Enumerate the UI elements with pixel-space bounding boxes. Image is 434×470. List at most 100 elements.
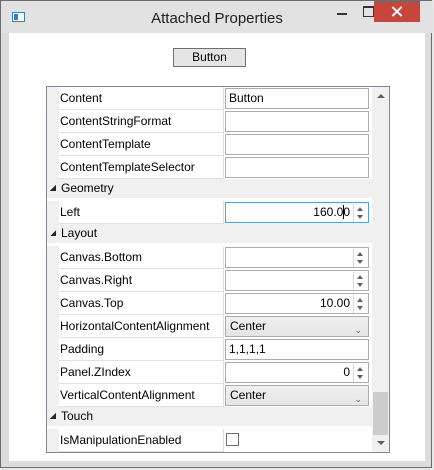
- property-name: VerticalContentAlignment: [59, 384, 224, 407]
- collapse-triangle-icon[interactable]: [50, 230, 56, 236]
- property-name: IsManipulationEnabled: [59, 429, 224, 452]
- category-touch[interactable]: Touch: [47, 407, 372, 426]
- horizontalcontentalignment-combobox[interactable]: Center ⌄: [225, 316, 369, 337]
- property-row-ismanipulationenabled: IsManipulationEnabled: [47, 429, 372, 452]
- numeric-value: 0: [343, 365, 350, 379]
- row-gutter: [47, 384, 59, 407]
- property-row-canvas-right: Canvas.Right: [47, 269, 372, 292]
- scroll-down-arrow-icon[interactable]: [377, 441, 385, 445]
- property-name: Content: [59, 87, 224, 110]
- row-gutter: [47, 246, 59, 269]
- window-content: Button Content Button ContentStringFormat C…: [9, 33, 425, 461]
- property-row-canvas-bottom: Canvas.Bottom: [47, 246, 372, 269]
- row-gutter: [47, 87, 59, 110]
- panel-zindex-numeric-field[interactable]: 0: [225, 362, 369, 383]
- scrollbar-thumb[interactable]: [373, 392, 388, 435]
- property-name: ContentTemplate: [59, 133, 224, 156]
- row-gutter: [47, 133, 59, 156]
- property-row-contentstringformat: ContentStringFormat: [47, 110, 372, 133]
- close-icon[interactable]: [374, 1, 420, 22]
- combo-selected-value: Center: [230, 319, 267, 333]
- spinner-icon[interactable]: [353, 249, 367, 267]
- property-row-verticalcontentalignment: VerticalContentAlignment Center ⌄: [47, 384, 372, 407]
- contenttemplateselector-text-field[interactable]: [225, 157, 369, 178]
- spin-down-arrow-icon[interactable]: [357, 306, 363, 310]
- collapse-triangle-icon[interactable]: [50, 413, 56, 419]
- scroll-up-arrow-icon[interactable]: [377, 94, 385, 98]
- spin-down-arrow-icon[interactable]: [357, 375, 363, 379]
- row-gutter: [47, 429, 59, 452]
- property-editor: 10.00: [225, 293, 369, 314]
- left-numeric-field[interactable]: 160.00: [225, 202, 369, 223]
- property-name: Canvas.Right: [59, 269, 224, 292]
- numeric-value: 160.00: [313, 205, 350, 219]
- spin-up-arrow-icon[interactable]: [357, 252, 363, 256]
- property-row-contenttemplateselector: ContentTemplateSelector: [47, 156, 372, 179]
- spinner-icon[interactable]: [353, 364, 367, 382]
- category-label: Layout: [61, 226, 98, 240]
- property-row-padding: Padding 1,1,1,1: [47, 338, 372, 361]
- contentstringformat-text-field[interactable]: [225, 111, 369, 132]
- verticalcontentalignment-combobox[interactable]: Center ⌄: [225, 385, 369, 406]
- property-editor: [225, 247, 369, 268]
- property-name: Canvas.Bottom: [59, 246, 224, 269]
- property-row-left: Left 160.00: [47, 201, 372, 224]
- title-bar[interactable]: Attached Properties: [1, 1, 433, 33]
- spin-up-arrow-icon[interactable]: [357, 275, 363, 279]
- property-row-panel-zindex: Panel.ZIndex 0: [47, 361, 372, 384]
- row-gutter: [47, 292, 59, 315]
- content-text-field[interactable]: Button: [225, 88, 369, 109]
- button-control[interactable]: Button: [173, 48, 246, 67]
- row-gutter: [47, 110, 59, 133]
- collapse-triangle-icon[interactable]: [50, 185, 56, 191]
- spinner-icon[interactable]: [353, 272, 367, 290]
- spin-down-arrow-icon[interactable]: [357, 215, 363, 219]
- property-editor: Button: [225, 88, 369, 109]
- vertical-scrollbar[interactable]: [372, 87, 389, 452]
- property-editor: 1,1,1,1: [225, 339, 369, 360]
- application-window: Attached Properties Button Content Button…: [0, 0, 433, 468]
- property-editor: [225, 157, 369, 178]
- ismanipulationenabled-checkbox[interactable]: [226, 433, 239, 446]
- property-grid: Content Button ContentStringFormat ContentT…: [46, 86, 390, 453]
- property-name: HorizontalContentAlignment: [59, 315, 224, 338]
- spin-up-arrow-icon[interactable]: [357, 367, 363, 371]
- property-editor: [225, 270, 369, 291]
- category-label: Geometry: [61, 181, 114, 195]
- spin-down-arrow-icon[interactable]: [357, 283, 363, 287]
- property-name: Canvas.Top: [59, 292, 224, 315]
- property-editor: [225, 134, 369, 155]
- row-gutter: [47, 315, 59, 338]
- text-caret: [343, 205, 344, 219]
- combo-selected-value: Center: [230, 388, 267, 402]
- property-editor: 160.00: [225, 202, 369, 223]
- row-gutter: [47, 338, 59, 361]
- row-gutter: [47, 201, 59, 224]
- property-name: Panel.ZIndex: [59, 361, 224, 384]
- property-row-content: Content Button: [47, 87, 372, 110]
- contenttemplate-text-field[interactable]: [225, 134, 369, 155]
- property-editor: 0: [225, 362, 369, 383]
- spinner-icon[interactable]: [353, 204, 367, 222]
- property-row-canvas-top: Canvas.Top 10.00: [47, 292, 372, 315]
- property-name: ContentStringFormat: [59, 110, 224, 133]
- canvas-bottom-numeric-field[interactable]: [225, 247, 369, 268]
- spinner-icon[interactable]: [353, 295, 367, 313]
- category-layout[interactable]: Layout: [47, 224, 372, 243]
- property-name: Left: [59, 201, 224, 224]
- canvas-top-numeric-field[interactable]: 10.00: [225, 293, 369, 314]
- category-label: Touch: [61, 409, 94, 423]
- canvas-right-numeric-field[interactable]: [225, 270, 369, 291]
- row-gutter: [47, 269, 59, 292]
- spin-up-arrow-icon[interactable]: [357, 207, 363, 211]
- numeric-value: 10.00: [319, 296, 350, 310]
- row-gutter: [47, 361, 59, 384]
- padding-text-field[interactable]: 1,1,1,1: [225, 339, 369, 360]
- property-row-contenttemplate: ContentTemplate: [47, 133, 372, 156]
- property-name: ContentTemplateSelector: [59, 156, 224, 179]
- property-rows: Content Button ContentStringFormat ContentT…: [47, 87, 372, 452]
- category-geometry[interactable]: Geometry: [47, 179, 372, 198]
- spin-up-arrow-icon[interactable]: [357, 298, 363, 302]
- property-editor: [225, 111, 369, 132]
- spin-down-arrow-icon[interactable]: [357, 260, 363, 264]
